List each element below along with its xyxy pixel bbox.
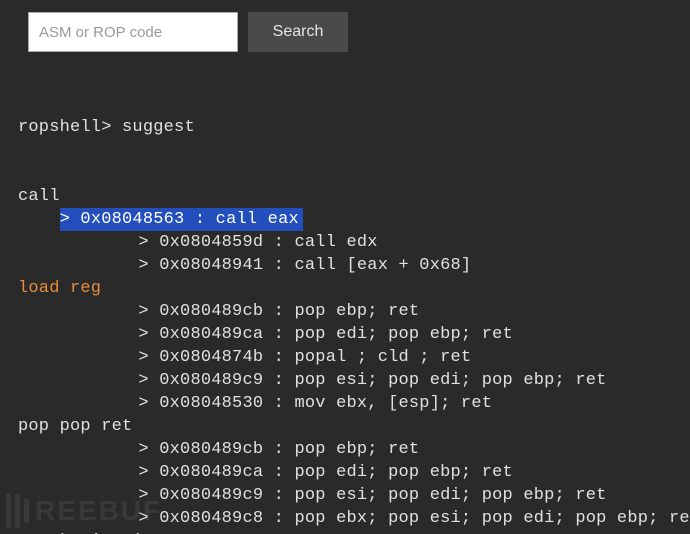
- gadget-address: 0x080489c9: [159, 486, 263, 505]
- gadget-instruction: mov ebx, [esp]; ret: [294, 394, 492, 413]
- gadget-row[interactable]: > 0x080489cb : pop ebp; ret: [18, 300, 672, 323]
- gadget-row[interactable]: > 0x0804859d : call edx: [18, 231, 672, 254]
- terminal-output: ropshell> suggest call > 0x08048563 : ca…: [18, 70, 672, 534]
- gadget-row[interactable]: > 0x080489c8 : pop ebx; pop esi; pop edi…: [18, 507, 672, 530]
- gadget-instruction: pop ebp; ret: [294, 440, 419, 459]
- gadget-instruction: pop esi; pop edi; pop ebp; ret: [294, 371, 606, 390]
- chevron-right-icon: >: [138, 348, 159, 367]
- gadget-instruction: pop esi; pop edi; pop ebp; ret: [294, 486, 606, 505]
- search-bar: Search: [28, 12, 672, 52]
- separator: :: [184, 210, 215, 229]
- gadget-row[interactable]: > 0x080489cb : pop ebp; ret: [18, 438, 672, 461]
- gadget-address: 0x080489c9: [159, 371, 263, 390]
- gadget-address: 0x08048530: [159, 394, 263, 413]
- gadget-instruction: pop edi; pop ebp; ret: [294, 325, 512, 344]
- chevron-right-icon: >: [138, 256, 159, 275]
- gadget-instruction: popal ; cld ; ret: [294, 348, 471, 367]
- separator: :: [263, 509, 294, 528]
- chevron-right-icon: >: [138, 509, 159, 528]
- separator: :: [263, 463, 294, 482]
- chevron-right-icon: >: [138, 325, 159, 344]
- search-button[interactable]: Search: [248, 12, 348, 52]
- prompt-command: suggest: [122, 118, 195, 137]
- separator: :: [263, 348, 294, 367]
- prompt-label: ropshell>: [18, 118, 112, 137]
- chevron-right-icon: >: [60, 210, 81, 229]
- separator: :: [263, 256, 294, 275]
- separator: :: [263, 394, 294, 413]
- separator: :: [263, 302, 294, 321]
- prompt-line: ropshell> suggest: [18, 116, 672, 139]
- gadget-row[interactable]: > 0x080489c9 : pop esi; pop edi; pop ebp…: [18, 369, 672, 392]
- group-header: pop pop ret: [18, 415, 672, 438]
- gadget-address: 0x080489cb: [159, 440, 263, 459]
- gadget-instruction: pop ebp; ret: [294, 302, 419, 321]
- gadget-instruction: call eax: [216, 210, 299, 229]
- gadget-address: 0x080489cb: [159, 302, 263, 321]
- separator: :: [263, 371, 294, 390]
- separator: :: [263, 440, 294, 459]
- gadget-row[interactable]: > 0x080489ca : pop edi; pop ebp; ret: [18, 323, 672, 346]
- chevron-right-icon: >: [138, 302, 159, 321]
- gadget-row[interactable]: > 0x080489ca : pop edi; pop ebp; ret: [18, 461, 672, 484]
- separator: :: [263, 233, 294, 252]
- gadget-row[interactable]: > 0x080489c9 : pop esi; pop edi; pop ebp…: [18, 484, 672, 507]
- group-header: call: [18, 185, 672, 208]
- gadget-address: 0x080489ca: [159, 325, 263, 344]
- gadget-address: 0x0804874b: [159, 348, 263, 367]
- gadget-address: 0x08048941: [159, 256, 263, 275]
- chevron-right-icon: >: [138, 233, 159, 252]
- separator: :: [263, 325, 294, 344]
- gadget-instruction: call edx: [294, 233, 377, 252]
- search-input[interactable]: [28, 12, 238, 52]
- chevron-right-icon: >: [138, 371, 159, 390]
- gadget-row[interactable]: > 0x0804874b : popal ; cld ; ret: [18, 346, 672, 369]
- chevron-right-icon: >: [138, 440, 159, 459]
- chevron-right-icon: >: [138, 486, 159, 505]
- gadget-instruction: pop ebx; pop esi; pop edi; pop ebp; ret: [294, 509, 690, 528]
- gadget-row[interactable]: > 0x08048530 : mov ebx, [esp]; ret: [18, 392, 672, 415]
- gadget-address: 0x080489ca: [159, 463, 263, 482]
- separator: :: [263, 486, 294, 505]
- gadget-address: 0x0804859d: [159, 233, 263, 252]
- gadget-address: 0x080489c8: [159, 509, 263, 528]
- gadget-row[interactable]: > 0x08048941 : call [eax + 0x68]: [18, 254, 672, 277]
- group-header: load reg: [18, 277, 672, 300]
- chevron-right-icon: >: [138, 394, 159, 413]
- gadget-row[interactable]: > 0x08048563 : call eax: [18, 208, 672, 231]
- chevron-right-icon: >: [138, 463, 159, 482]
- gadget-address: 0x08048563: [80, 210, 184, 229]
- gadget-instruction: pop edi; pop ebp; ret: [294, 463, 512, 482]
- gadget-instruction: call [eax + 0x68]: [294, 256, 471, 275]
- group-header: stack pivoting: [18, 530, 672, 534]
